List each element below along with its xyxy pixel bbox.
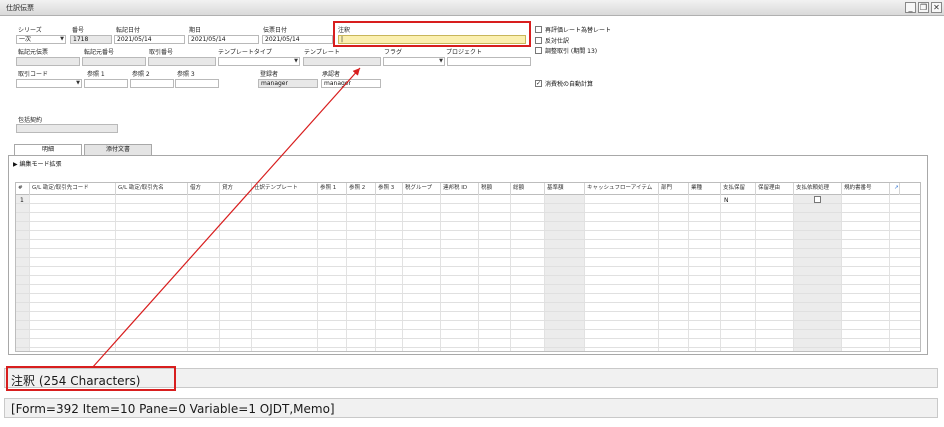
status-highlight-box [6, 366, 176, 391]
form-info-text: [Form=392 Item=10 Pane=0 Variable=1 OJDT… [11, 402, 335, 416]
status-form-info: [Form=392 Item=10 Pane=0 Variable=1 OJDT… [4, 398, 938, 418]
annotation-arrow [91, 67, 361, 369]
